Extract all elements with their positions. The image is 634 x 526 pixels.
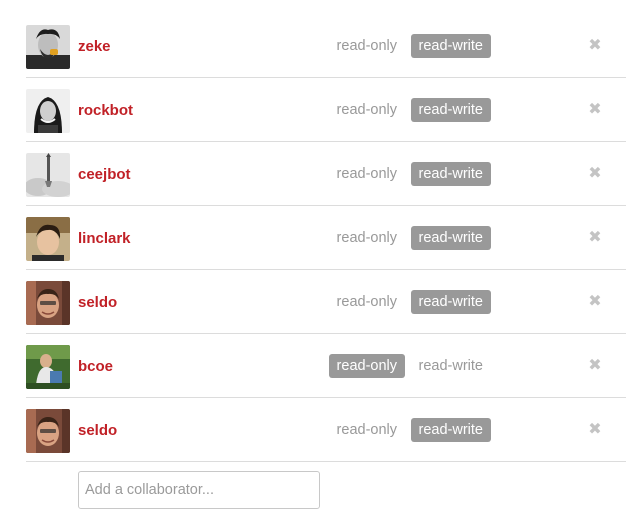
- remove-collaborator-icon[interactable]: ✖: [588, 420, 602, 440]
- username-link[interactable]: rockbot: [78, 101, 133, 121]
- add-collaborator-form: [78, 471, 320, 509]
- read-write-option[interactable]: read-write: [411, 354, 491, 378]
- collaborator-row: seldo read-only read-write ✖: [26, 398, 626, 462]
- collaborator-row: zeke read-only read-write ✖: [26, 14, 626, 78]
- avatar-rockbot-icon: [26, 89, 70, 133]
- avatar-ceejbot-icon: [26, 153, 70, 197]
- collaborator-row: linclark read-only read-write ✖: [26, 206, 626, 270]
- read-write-option[interactable]: read-write: [410, 162, 491, 186]
- collaborator-row: seldo read-only read-write ✖: [26, 270, 626, 334]
- read-only-option[interactable]: read-only: [329, 226, 405, 250]
- avatar-seldo-icon: [26, 409, 70, 453]
- collaborator-row: bcoe read-only read-write ✖: [26, 334, 626, 398]
- avatar-bcoe-icon: [26, 345, 70, 389]
- read-only-option[interactable]: read-only: [329, 162, 405, 186]
- read-write-option[interactable]: read-write: [410, 98, 491, 122]
- username-link[interactable]: zeke: [78, 37, 111, 57]
- read-only-option[interactable]: read-only: [329, 34, 405, 58]
- avatar-seldo-icon: [26, 281, 70, 325]
- read-only-option[interactable]: read-only: [329, 98, 405, 122]
- remove-collaborator-icon[interactable]: ✖: [588, 292, 602, 312]
- read-write-option[interactable]: read-write: [410, 418, 491, 442]
- read-write-option[interactable]: read-write: [410, 34, 491, 58]
- avatar-zeke-icon: [26, 25, 70, 69]
- collaborator-row: rockbot read-only read-write ✖: [26, 78, 626, 142]
- remove-collaborator-icon[interactable]: ✖: [588, 36, 602, 56]
- username-link[interactable]: seldo: [78, 293, 117, 313]
- read-only-option[interactable]: read-only: [328, 354, 405, 378]
- username-link[interactable]: seldo: [78, 421, 117, 441]
- username-link[interactable]: ceejbot: [78, 165, 131, 185]
- read-only-option[interactable]: read-only: [329, 418, 405, 442]
- read-write-option[interactable]: read-write: [410, 226, 491, 250]
- username-link[interactable]: bcoe: [78, 357, 113, 377]
- remove-collaborator-icon[interactable]: ✖: [588, 356, 602, 376]
- remove-collaborator-icon[interactable]: ✖: [588, 164, 602, 184]
- remove-collaborator-icon[interactable]: ✖: [588, 100, 602, 120]
- read-write-option[interactable]: read-write: [410, 290, 491, 314]
- username-link[interactable]: linclark: [78, 229, 131, 249]
- avatar-linclark-icon: [26, 217, 70, 261]
- remove-collaborator-icon[interactable]: ✖: [588, 228, 602, 248]
- collaborator-row: ceejbot read-only read-write ✖: [26, 142, 626, 206]
- add-collaborator-input[interactable]: [78, 471, 320, 509]
- read-only-option[interactable]: read-only: [329, 290, 405, 314]
- collaborator-list: zeke read-only read-write ✖ rockbot read…: [26, 14, 626, 462]
